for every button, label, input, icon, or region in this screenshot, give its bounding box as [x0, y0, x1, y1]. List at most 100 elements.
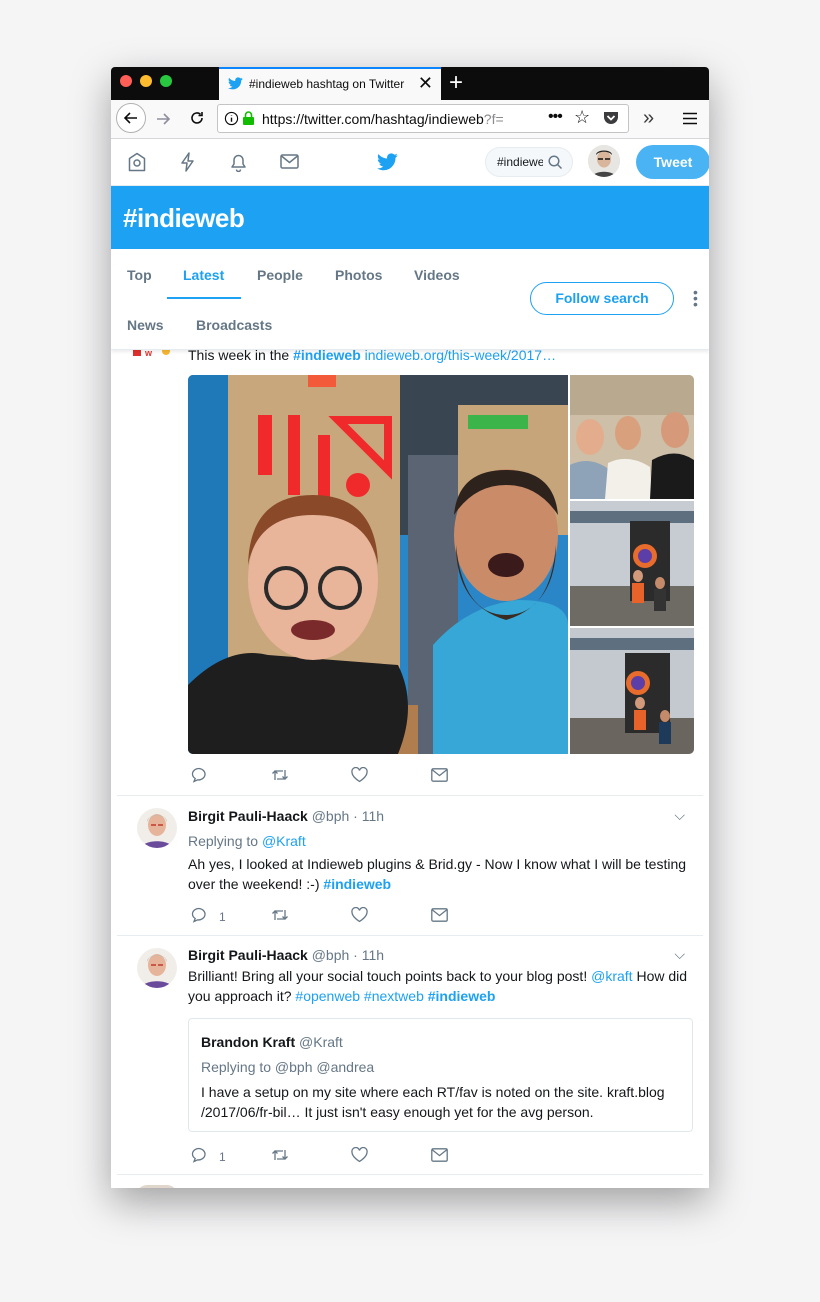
author-handle-time: @bph · 11h — [311, 947, 385, 963]
like-heart-icon[interactable] — [351, 1147, 368, 1163]
tweet-actions: 1 — [191, 1147, 491, 1165]
follow-search-button[interactable]: Follow search — [530, 282, 674, 315]
reply-count: 1 — [219, 910, 226, 924]
like-heart-icon[interactable] — [351, 907, 368, 923]
quoted-author: Brandon Kraft @Kraft — [201, 1034, 343, 1050]
new-tab-icon[interactable]: + — [449, 69, 463, 97]
like-heart-icon[interactable] — [351, 767, 368, 783]
chevron-down-icon[interactable]: ⌵ — [674, 807, 685, 824]
hashtag-title: #indieweb — [123, 203, 245, 233]
tweet-button[interactable]: Tweet — [636, 145, 709, 179]
quoted-replying-to: Replying to @bph @andrea — [201, 1059, 375, 1075]
tab-bar: #indieweb hashtag on Twitter ✕ + — [111, 67, 709, 100]
mention-link[interactable]: @kraft — [591, 968, 632, 984]
direct-message-icon[interactable] — [431, 768, 448, 782]
browser-window: #indieweb hashtag on Twitter ✕ + https:/… — [111, 67, 709, 1188]
hashtag-link[interactable]: #indieweb — [428, 988, 496, 1004]
direct-message-icon[interactable] — [431, 908, 448, 922]
pocket-icon[interactable] — [603, 111, 619, 126]
timeline: w This week in the #indieweb indieweb.or… — [117, 347, 703, 1188]
bookmark-star-icon[interactable]: ☆ — [574, 107, 590, 128]
quoted-text: I have a setup on my site where each RT/… — [201, 1084, 665, 1120]
tweet[interactable]: Birgit Pauli-Haack @bph · 11h ⌵ Replying… — [117, 795, 703, 936]
browser-tab[interactable]: #indieweb hashtag on Twitter ✕ — [219, 67, 441, 100]
group-photo-3[interactable] — [570, 628, 694, 754]
close-tab-icon[interactable]: ✕ — [418, 73, 433, 94]
tweet-actions — [191, 767, 491, 785]
reply-icon[interactable] — [191, 907, 207, 923]
group-photo-2[interactable] — [570, 501, 694, 626]
tab-people[interactable]: People — [257, 267, 303, 283]
profile-photo-icon — [137, 808, 177, 848]
twitter-bird-icon — [228, 77, 243, 90]
hashtag-link[interactable]: #indieweb — [323, 876, 391, 892]
hashtag-link-nextweb[interactable]: #nextweb — [364, 988, 424, 1004]
next-tweet-avatar[interactable] — [137, 1185, 177, 1188]
author-avatar[interactable] — [137, 808, 177, 848]
replying-to: Replying to @Kraft — [188, 833, 306, 849]
account-avatar[interactable] — [588, 145, 620, 177]
retweet-icon[interactable] — [271, 1147, 289, 1163]
quoted-handle: @Kraft — [299, 1034, 343, 1050]
search-tabs: Top Latest People Photos Videos News Bro… — [111, 249, 709, 350]
hashtag-header: #indieweb — [111, 186, 709, 249]
selfie-photo[interactable] — [188, 375, 568, 754]
tweet-media-grid[interactable] — [188, 375, 694, 754]
twitter-top-nav: #indieweb Tweet — [111, 139, 709, 186]
tab-photos[interactable]: Photos — [335, 267, 382, 283]
url-bar[interactable]: https://twitter.com/hashtag/indieweb?f= … — [217, 104, 629, 133]
forward-arrow-icon[interactable] — [155, 111, 171, 127]
back-button[interactable] — [116, 103, 146, 133]
lock-icon[interactable] — [242, 111, 255, 126]
messages-envelope-icon[interactable] — [280, 154, 299, 169]
hashtag-link-openweb[interactable]: #openweb — [295, 988, 360, 1004]
reply-icon[interactable] — [191, 1147, 207, 1163]
tab-top[interactable]: Top — [127, 267, 152, 283]
direct-message-icon[interactable] — [431, 1148, 448, 1162]
search-value: #indieweb — [497, 155, 543, 169]
twitter-logo-icon[interactable] — [377, 153, 398, 171]
notifications-bell-icon[interactable] — [229, 152, 248, 172]
tab-news[interactable]: News — [127, 317, 164, 333]
url-text: https://twitter.com/hashtag/indieweb?f= — [262, 111, 504, 127]
tab-latest[interactable]: Latest — [183, 267, 224, 283]
author-name[interactable]: Birgit Pauli-Haack @bph · 11h — [188, 947, 384, 963]
minimize-window-button[interactable] — [140, 75, 152, 87]
mention-link[interactable]: @Kraft — [262, 833, 306, 849]
quoted-tweet[interactable]: Brandon Kraft @Kraft Replying to @bph @a… — [188, 1018, 693, 1132]
overflow-chevrons-icon[interactable]: » — [643, 107, 654, 130]
reply-icon[interactable] — [191, 767, 207, 783]
tweet[interactable]: w This week in the #indieweb indieweb.or… — [117, 347, 703, 796]
author-logo-icon: w — [133, 349, 170, 357]
navigation-bar: https://twitter.com/hashtag/indieweb?f= … — [111, 100, 709, 139]
tab-videos[interactable]: Videos — [414, 267, 460, 283]
reload-icon[interactable] — [189, 110, 205, 126]
hamburger-menu-icon[interactable] — [683, 112, 697, 125]
author-name[interactable]: Birgit Pauli-Haack @bph · 11h — [188, 808, 384, 824]
profile-photo-icon — [588, 145, 620, 177]
tab-broadcasts[interactable]: Broadcasts — [196, 317, 272, 333]
tweet-text: Ah yes, I looked at Indieweb plugins & B… — [188, 856, 687, 892]
reply-count: 1 — [219, 1150, 226, 1164]
search-icon[interactable] — [548, 155, 563, 170]
chevron-down-icon[interactable]: ⌵ — [674, 946, 685, 963]
profile-photo-icon — [137, 948, 177, 988]
more-options-icon[interactable]: • • • — [693, 285, 698, 311]
author-avatar[interactable] — [137, 948, 177, 988]
author-handle-time: @bph · 11h — [311, 808, 385, 824]
moments-lightning-icon[interactable] — [180, 152, 196, 172]
active-tab-indicator — [167, 297, 241, 299]
zoom-window-button[interactable] — [160, 75, 172, 87]
home-icon[interactable] — [128, 152, 146, 172]
back-arrow-icon — [123, 112, 137, 124]
search-input[interactable]: #indieweb — [485, 147, 573, 177]
close-window-button[interactable] — [120, 75, 132, 87]
tweet-text: Brilliant! Bring all your social touch p… — [188, 968, 688, 1004]
tweet[interactable]: Birgit Pauli-Haack @bph · 11h ⌵ Brillian… — [117, 935, 703, 1175]
page-actions-icon[interactable]: ••• — [548, 108, 563, 126]
group-photo-1[interactable] — [570, 375, 694, 499]
svg-text:w: w — [144, 349, 153, 357]
retweet-icon[interactable] — [271, 767, 289, 783]
retweet-icon[interactable] — [271, 907, 289, 923]
info-icon[interactable] — [224, 111, 239, 126]
